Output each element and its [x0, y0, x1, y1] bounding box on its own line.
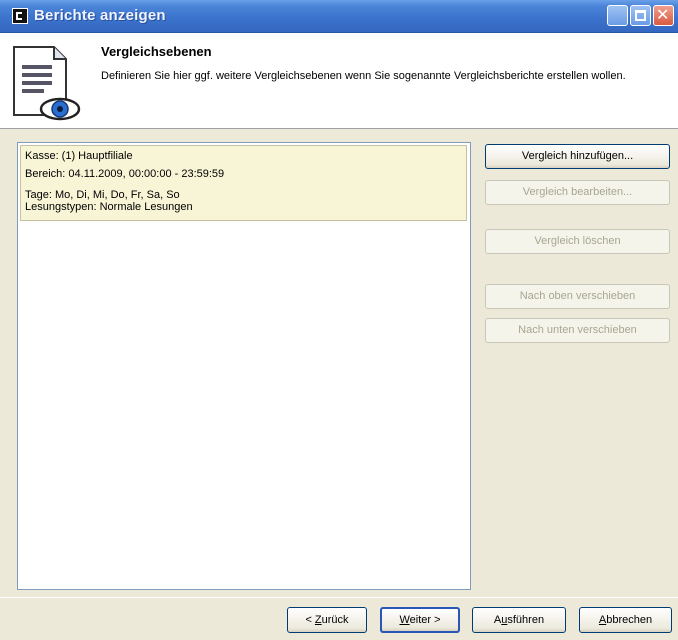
move-up-button[interactable]: Nach oben verschieben — [485, 284, 670, 309]
next-accel: W — [399, 614, 410, 626]
item-bereich: Bereich: 04.11.2009, 00:00:00 - 23:59:59 — [25, 168, 225, 180]
next-label: eiter > — [409, 614, 441, 626]
footer-separator — [0, 597, 678, 598]
run-button[interactable]: Ausführen — [472, 607, 566, 633]
page-description: Definieren Sie hier ggf. weitere Verglei… — [101, 70, 626, 82]
minimize-button[interactable] — [607, 5, 628, 26]
comparison-list[interactable]: Kasse: (1) Hauptfiliale Bereich: 04.11.2… — [17, 142, 471, 590]
cancel-label: bbrechen — [606, 614, 653, 626]
back-accel: Z — [314, 614, 322, 626]
back-label: urück — [321, 614, 349, 626]
page-title: Vergleichsebenen — [101, 44, 212, 59]
next-button[interactable]: Weiter > — [380, 607, 460, 633]
report-view-icon — [13, 46, 81, 121]
item-kasse: Kasse: (1) Hauptfiliale — [25, 150, 133, 162]
maximize-icon — [635, 10, 646, 21]
list-item[interactable]: Kasse: (1) Hauptfiliale Bereich: 04.11.2… — [20, 145, 467, 221]
edit-comparison-button[interactable]: Vergleich bearbeiten... — [485, 180, 670, 205]
close-icon: ✕ — [656, 5, 670, 24]
add-comparison-button[interactable]: Vergleich hinzufügen... — [485, 144, 670, 169]
maximize-button[interactable] — [630, 5, 651, 26]
cancel-button[interactable]: Abbrechen — [579, 607, 672, 633]
wizard-header: Vergleichsebenen Definieren Sie hier ggf… — [0, 33, 678, 129]
back-prefix: < — [305, 614, 315, 626]
run-label: sführen — [507, 614, 545, 626]
app-icon — [12, 8, 28, 24]
delete-comparison-button[interactable]: Vergleich löschen — [485, 229, 670, 254]
title-bar[interactable]: Berichte anzeigen ✕ — [0, 0, 678, 33]
close-button[interactable]: ✕ — [653, 5, 674, 26]
item-lesungstypen: Lesungstypen: Normale Lesungen — [25, 201, 193, 213]
move-down-button[interactable]: Nach unten verschieben — [485, 318, 670, 343]
window-title: Berichte anzeigen — [34, 7, 166, 24]
back-button[interactable]: < Zurück — [287, 607, 367, 633]
